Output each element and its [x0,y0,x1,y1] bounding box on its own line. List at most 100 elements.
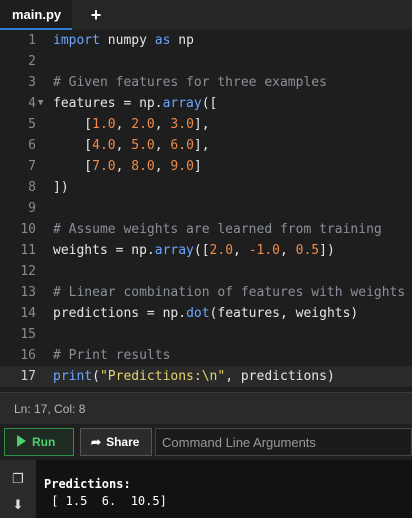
code-line: 13 # Linear combination of features with … [0,282,412,303]
code-comment: # Linear combination of features with we… [53,285,406,300]
code-line: 5 [1.0, 2.0, 3.0], [0,114,412,135]
code-line: 1 import numpy as np [0,30,412,51]
line-number: 13 [20,285,36,300]
code-line: 11 weights = np.array([2.0, -1.0, 0.5]) [0,240,412,261]
share-button[interactable]: ➦ Share [80,428,152,456]
code-line: 14 predictions = np.dot(features, weights… [0,303,412,324]
line-number: 17 [20,369,36,384]
code-token: , [154,117,171,132]
action-toolbar: Run ➦ Share [0,424,412,460]
share-arrow-icon: ➦ [91,435,102,449]
code-token: , [154,159,171,174]
line-number: 1 [28,33,36,48]
code-token: ([ [193,243,210,258]
code-token: , [115,138,132,153]
line-number: 8 [28,180,36,195]
tab-bar: main.py + [0,0,412,30]
code-comment: # Given features for three examples [53,75,327,90]
line-number: 15 [20,327,36,342]
code-line: 6 [4.0, 5.0, 6.0], [0,135,412,156]
line-number: 6 [28,138,36,153]
code-token: ]) [319,243,335,258]
code-line: 7 [7.0, 8.0, 9.0] [0,156,412,177]
line-number: 12 [20,264,36,279]
line-number: 16 [20,348,36,363]
code-line: 10 # Assume weights are learned from trai… [0,219,412,240]
command-line-arguments-input[interactable] [155,428,412,456]
status-bar: Ln: 17, Col: 8 [0,392,412,424]
code-token: 6.0 [170,138,194,153]
code-token: (features, weights) [209,306,359,321]
code-token: numpy [99,33,155,48]
code-token: , [280,243,296,258]
code-token: array [162,96,202,111]
run-label: Run [32,435,56,449]
code-token: 3.0 [170,117,194,132]
code-token: 8.0 [131,159,155,174]
code-token: array [154,243,194,258]
share-label: Share [106,435,140,449]
code-token: 4.0 [92,138,116,153]
code-token: dot [186,306,210,321]
code-token: 9.0 [170,159,194,174]
code-token: ], [193,117,210,132]
line-number: 5 [28,117,36,132]
cursor-position: Ln: 17, Col: 8 [14,402,86,416]
code-token: 0.5 [295,243,320,258]
code-token: 7.0 [92,159,116,174]
line-number: 11 [20,243,36,258]
console-output: Predictions: [ 1.5 6. 10.5] [44,476,167,510]
line-number: 3 [28,75,36,90]
code-token: , predictions) [225,369,335,384]
code-token: np [170,33,194,48]
code-line: 2 [0,51,412,72]
code-string: "Predictions:\n" [99,369,226,384]
play-icon [17,435,26,447]
code-token: predictions = np. [53,306,187,321]
code-token: ([ [201,96,218,111]
code-line: 8]) [0,177,412,198]
line-number: 7 [28,159,36,174]
code-token: print [53,369,93,384]
code-token: ] [193,159,202,174]
code-line: 16 # Print results [0,345,412,366]
download-icon[interactable]: ⬇ [0,494,36,516]
output-side-toolbar: ❐ ⬇ [0,460,36,518]
code-line: 12 [0,261,412,282]
code-comment: # Print results [53,348,171,363]
code-token: 2.0 [209,243,234,258]
code-line-active: 17 print("Predictions:\n", predictions) [0,366,412,387]
copy-icon[interactable]: ❐ [0,468,36,490]
run-button[interactable]: Run [4,428,74,456]
tab-main-py[interactable]: main.py [0,0,72,30]
code-token: 2.0 [131,117,155,132]
code-line: 15 [0,324,412,345]
console-line: [ 1.5 6. 10.5] [44,494,167,508]
line-number: 4 [28,96,36,111]
code-token: [ [53,138,93,153]
code-line: 9 [0,198,412,219]
output-panel: ❐ ⬇ Predictions: [ 1.5 6. 10.5] [0,460,412,518]
console-line: Predictions: [44,477,131,491]
code-token: 1.0 [92,117,116,132]
code-line: 3 # Given features for three examples [0,72,412,93]
line-number: 9 [28,201,36,216]
code-editor[interactable]: 1 import numpy as np 2 3 # Given features … [0,30,412,392]
code-token: import [53,33,100,48]
code-line: 4 ▼ features = np.array([ [0,93,412,114]
add-tab-button[interactable]: + [84,0,108,30]
code-token: -1.0 [248,243,280,258]
line-number: 10 [20,222,36,237]
code-token: features = np. [53,96,163,111]
code-token: [ [53,117,93,132]
code-token: weights = np. [53,243,155,258]
code-token: 5.0 [131,138,155,153]
code-comment: # Assume weights are learned from traini… [53,222,382,237]
code-token: , [115,159,132,174]
code-token: [ [53,159,93,174]
code-token: , [233,243,249,258]
code-token: ]) [53,180,69,195]
fold-chevron-icon[interactable]: ▼ [38,93,43,114]
line-number: 14 [20,306,36,321]
code-token: ( [92,369,100,384]
